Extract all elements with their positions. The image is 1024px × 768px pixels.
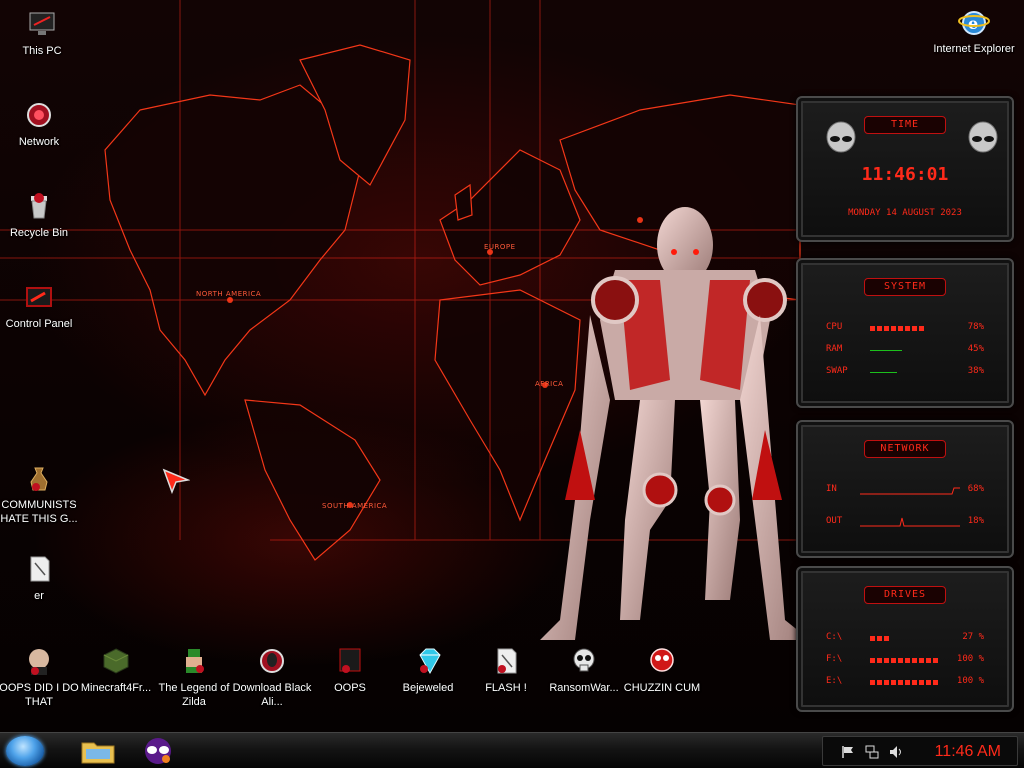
mask-icon [145,738,171,764]
folder-icon [81,742,115,764]
network-widget-title: NETWORK [864,440,946,458]
monitor-icon [26,8,58,40]
network-status-icon[interactable] [865,745,879,759]
drive-e-bar [870,680,940,685]
mouse-cursor-icon [162,468,190,494]
network-row-out: OUT 18% [826,516,984,530]
file-icon [490,645,522,677]
desktop-icon-internet-explorer[interactable]: e Internet Explorer [932,6,1016,56]
skull-icon [568,645,600,677]
recycle-bin-icon [23,190,55,222]
app-icon [646,645,678,677]
time-widget-clock: 11:46:01 [861,164,949,185]
desktop-icon-recycle-bin[interactable]: Recycle Bin [0,190,81,240]
desktop-icon-download-black-alien[interactable]: Download Black Ali... [230,645,314,709]
robot-figure-wallpaper [540,207,800,640]
time-widget-title: TIME [864,116,946,134]
network-row-label: IN [826,484,837,494]
system-widget-title: SYSTEM [864,278,946,296]
swap-bar [870,370,940,375]
desktop-icon-network[interactable]: Network [0,99,81,149]
drive-f-bar [870,658,940,663]
drive-row-e: E:\ 100 % [826,676,984,690]
network-row-label: OUT [826,516,843,526]
desktop-icon-oops-did-i-do-that[interactable]: OOPS DID I DO THAT [0,645,81,709]
desktop-icon-bejeweled[interactable]: Bejeweled [386,645,470,695]
map-label-north-america: NORTH AMERICA [196,290,261,298]
drives-widget[interactable]: DRIVES C:\ 27 % F:\ 100 % E:\ 100 % [796,566,1014,712]
file-icon [23,553,55,585]
network-row-value: 68% [967,484,984,494]
desktop-icon-minecraft[interactable]: Minecraft4Fr... [74,645,158,695]
taskbar-file-explorer-button[interactable] [76,735,120,767]
minecraft-icon [100,645,132,677]
system-row-value: 78% [967,322,984,332]
network-row-in: IN 68% [826,484,984,498]
app-icon [334,645,366,677]
time-widget-date: MONDAY 14 AUGUST 2023 [848,208,962,218]
desktop-icon-er[interactable]: er [0,553,81,603]
map-label-europe: EUROPE [484,243,516,251]
taskbar[interactable]: 11:46 AM [0,732,1024,768]
desktop[interactable]: NORTH AMERICA EUROPE AFRICA SOUTH AMERIC… [0,0,1024,732]
gem-icon [412,645,444,677]
drive-row-label: F:\ [826,654,843,664]
system-row-swap: SWAP 38% [826,366,984,380]
app-icon [23,645,55,677]
system-row-value: 38% [967,366,984,376]
start-button[interactable] [6,736,44,766]
system-row-cpu: CPU 78% [826,322,984,336]
system-row-label: SWAP [826,366,848,376]
alien-head-icon [826,121,856,153]
desktop-icon-communists[interactable]: COMMUNISTS HATE THIS G... [0,462,81,526]
drive-row-value: 100 % [956,654,984,664]
drives-widget-title: DRIVES [864,586,946,604]
alien-head-icon [968,121,998,153]
desktop-icon-control-panel[interactable]: Control Panel [0,281,81,331]
network-icon [23,99,55,131]
network-widget[interactable]: NETWORK IN 68% OUT 18% [796,420,1014,558]
drive-row-label: C:\ [826,632,843,642]
desktop-icon-oops[interactable]: OOPS [308,645,392,695]
drive-row-value: 27 % [962,632,984,642]
network-row-value: 18% [967,516,984,526]
drive-c-bar [870,636,940,641]
money-bag-icon [23,462,55,494]
ram-bar [870,348,940,353]
system-row-label: CPU [826,322,843,332]
desktop-icon-chuzzin-cum[interactable]: CHUZZIN CUM [620,645,704,695]
desktop-icon-ransomware[interactable]: RansomWar... [542,645,626,695]
cpu-bar [870,326,940,331]
system-row-ram: RAM 45% [826,344,984,358]
system-tray[interactable]: 11:46 AM [822,736,1018,766]
network-in-graph [860,487,960,495]
system-widget[interactable]: SYSTEM CPU 78% RAM 45% SWAP 38% [796,258,1014,408]
drive-row-c: C:\ 27 % [826,632,984,646]
control-panel-icon [23,281,55,313]
system-row-value: 45% [967,344,984,354]
drive-row-f: F:\ 100 % [826,654,984,668]
time-widget[interactable]: TIME 11:46:01 MONDAY 14 AUGUST 2023 [796,96,1014,242]
drive-row-label: E:\ [826,676,843,686]
taskbar-app-button[interactable] [136,735,180,767]
desktop-icon-this-pc[interactable]: This PC [0,8,84,58]
drive-row-value: 100 % [956,676,984,686]
taskbar-clock[interactable]: 11:46 AM [935,743,1001,761]
alien-icon [256,645,288,677]
volume-icon[interactable] [889,745,903,759]
network-out-graph [860,517,960,527]
flag-icon[interactable] [841,745,855,759]
desktop-icon-flash[interactable]: FLASH ! [464,645,548,695]
desktop-icon-legend-of-zilda[interactable]: The Legend of Zilda [152,645,236,709]
system-row-label: RAM [826,344,843,354]
map-label-south-america: SOUTH AMERICA [322,502,387,510]
game-icon [178,645,210,677]
internet-explorer-icon: e [958,6,990,38]
